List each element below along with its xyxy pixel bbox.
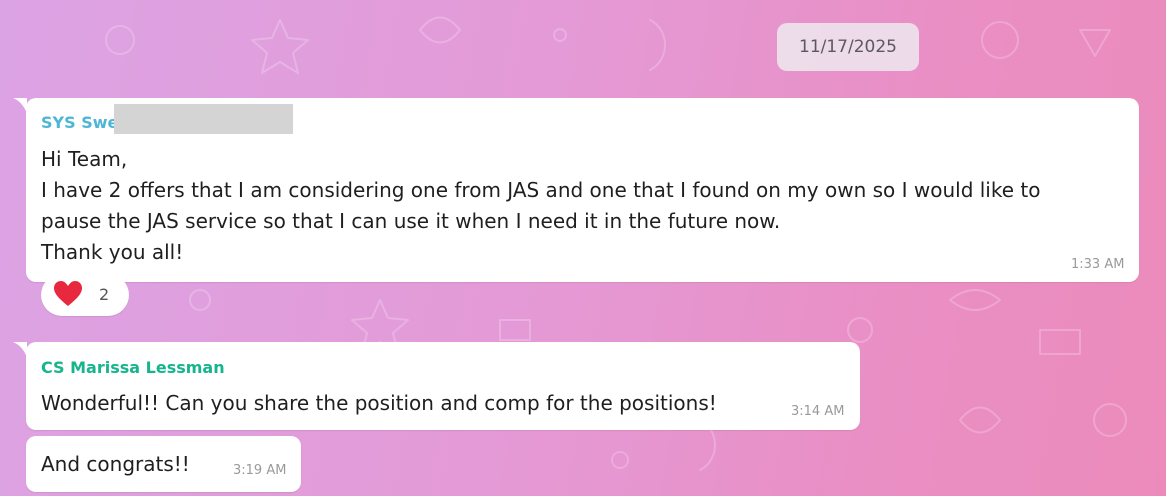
reaction-count: 2 — [99, 285, 110, 304]
message-bubble[interactable]: And congrats!! 3:19 AM — [26, 436, 301, 492]
message-bubble[interactable]: CS Marissa Lessman Wonderful!! Can you s… — [26, 342, 860, 430]
redacted-name — [114, 104, 293, 134]
message-time: 3:19 AM — [233, 463, 287, 478]
message-sender[interactable]: CS Marissa Lessman — [41, 358, 225, 377]
message-bubble[interactable]: SYS Swe Hi Team, I have 2 offers that I … — [26, 98, 1139, 282]
message-sender[interactable]: SYS Swe — [41, 113, 118, 132]
bubble-tail — [13, 342, 27, 358]
message-text: Wonderful!! Can you share the position a… — [41, 391, 717, 415]
message-time: 3:14 AM — [791, 404, 845, 419]
message-text: And congrats!! — [41, 452, 190, 476]
bubble-tail — [13, 98, 27, 114]
message-time: 1:33 AM — [1071, 257, 1125, 272]
heart-icon — [54, 281, 82, 306]
message-text: Hi Team, I have 2 offers that I am consi… — [41, 147, 1041, 264]
reaction-chip[interactable]: 2 — [41, 274, 129, 316]
date-separator: 11/17/2025 — [777, 23, 919, 71]
